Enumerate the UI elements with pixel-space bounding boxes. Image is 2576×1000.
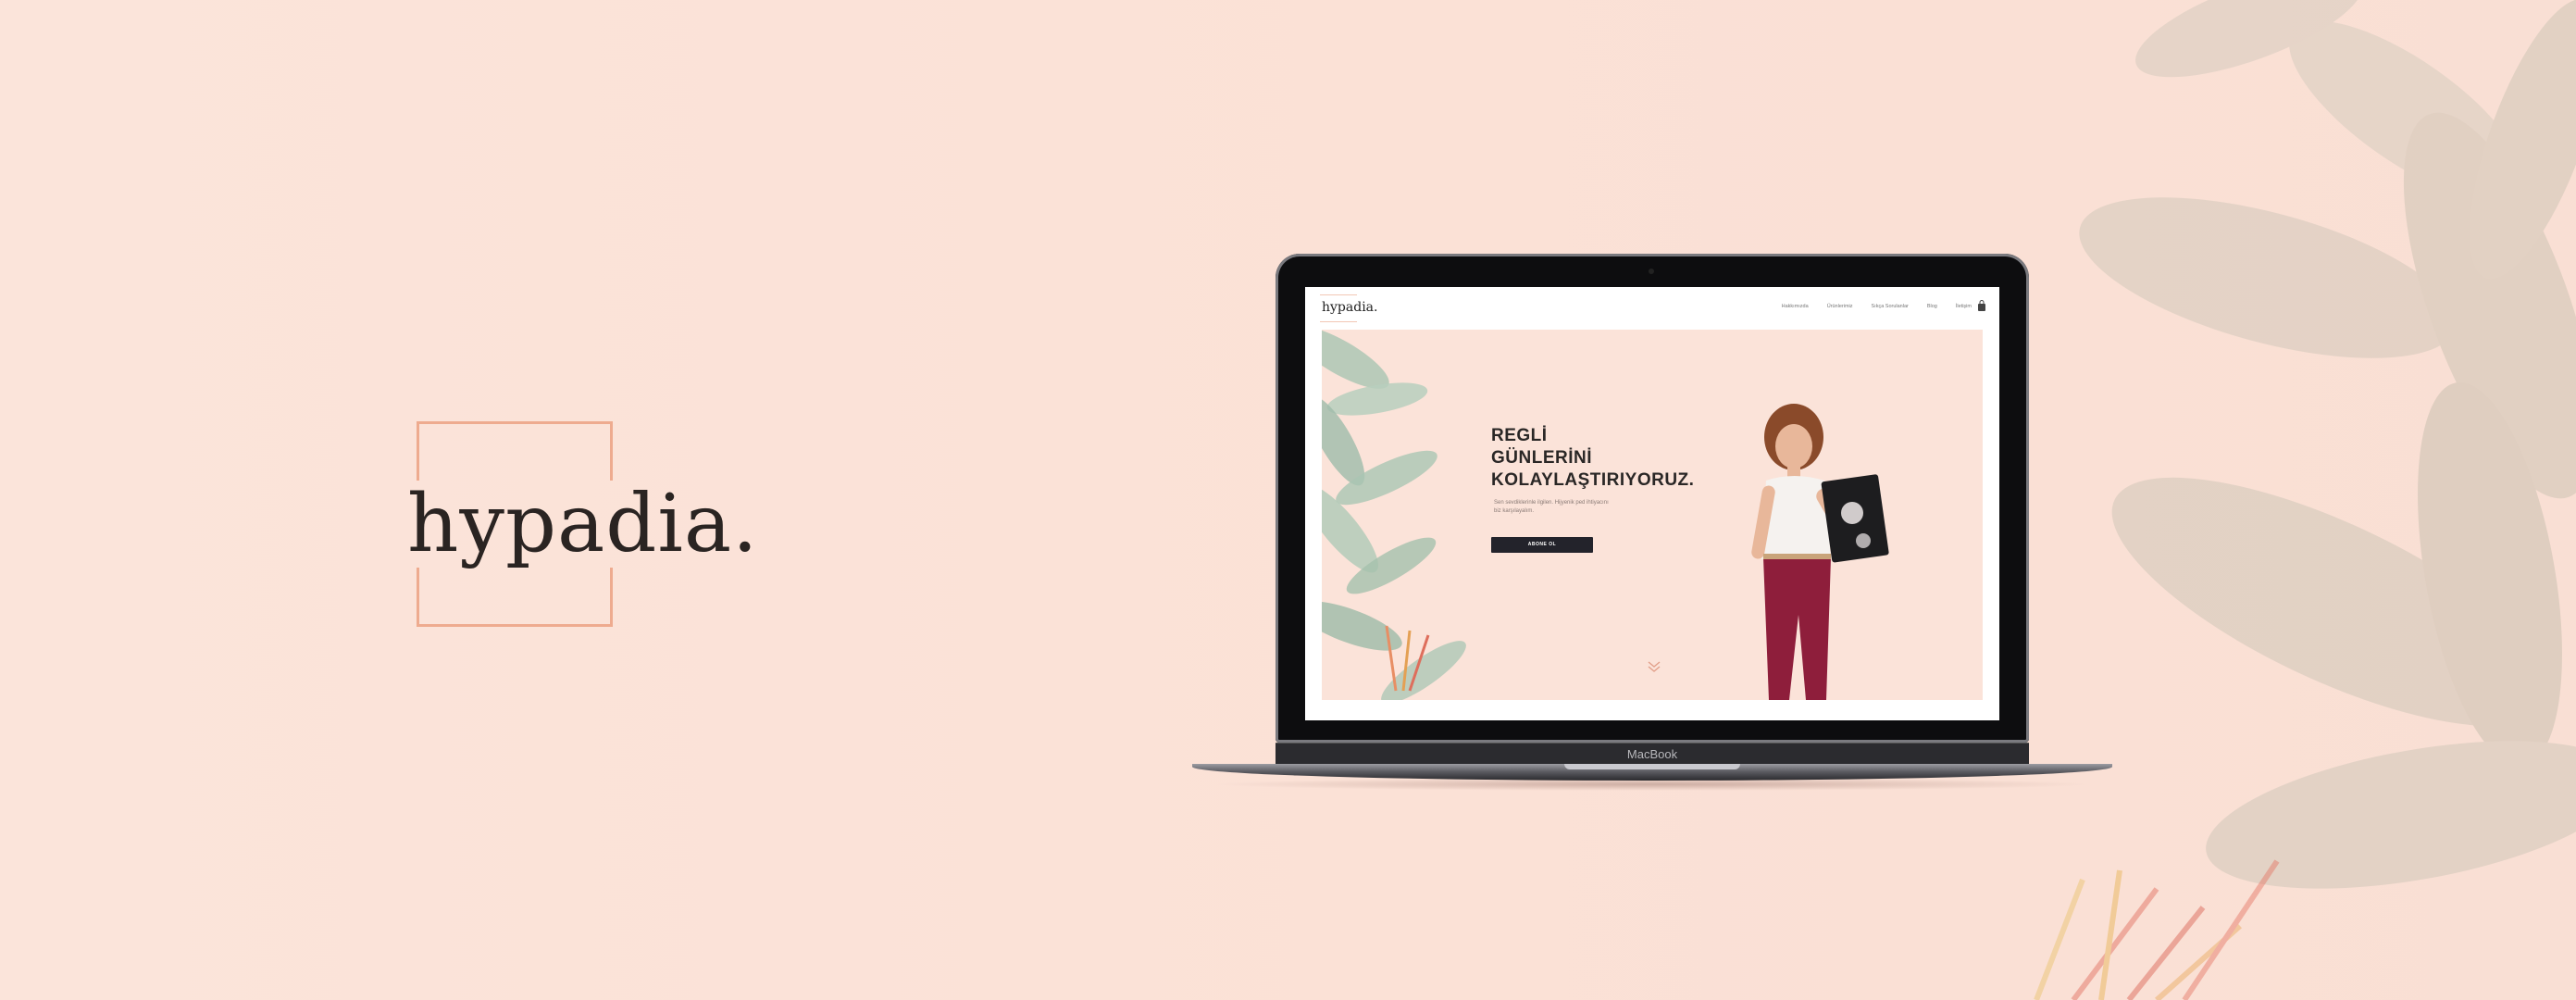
laptop-chin: MacBook xyxy=(1276,743,2029,766)
hero-title-line-3: KOLAYLAŞTIRIYORUZ. xyxy=(1491,470,1695,490)
hero-title-line-1: REGLİ xyxy=(1491,426,1548,445)
nav-link-products[interactable]: Ürünlerimiz xyxy=(1827,304,1853,309)
double-chevron-down-icon[interactable] xyxy=(1646,659,1662,674)
site-navbar: hypadia. Hakkımızda Ürünlerimiz Sıkça So… xyxy=(1305,287,1999,330)
brand-logo: hypadia. xyxy=(407,421,757,627)
site-nav-links: Hakkımızda Ürünlerimiz Sıkça Sorulanlar … xyxy=(1782,304,1972,309)
shopping-bag-icon[interactable] xyxy=(1977,300,1986,311)
subscribe-button[interactable]: ABONE OL xyxy=(1491,537,1593,553)
hero-leaves-decoration xyxy=(1322,330,1466,700)
logo-text: hypadia. xyxy=(407,478,759,570)
site-logo[interactable]: hypadia. xyxy=(1322,300,1377,315)
laptop-mockup: hypadia. Hakkımızda Ürünlerimiz Sıkça So… xyxy=(1192,252,2112,791)
laptop-model-label: MacBook xyxy=(1626,747,1678,761)
camera-icon xyxy=(1649,269,1654,274)
nav-link-about[interactable]: Hakkımızda xyxy=(1782,304,1809,309)
nav-link-blog[interactable]: Blog xyxy=(1927,304,1937,309)
logo-frame-top xyxy=(417,421,613,481)
logo-frame-bottom xyxy=(417,568,613,627)
hero-model-image xyxy=(1751,404,1889,700)
hero-title: REGLİ GÜNLERİNİ KOLAYLAŞTIRIYORUZ. xyxy=(1491,425,1694,492)
nav-link-contact[interactable]: İletişim xyxy=(1956,304,1972,309)
hero-subtitle: Sen sevdiklerinle ilgilen. Hijyenik ped … xyxy=(1494,500,1609,514)
hero-section: REGLİ GÜNLERİNİ KOLAYLAŞTIRIYORUZ. Sen s… xyxy=(1322,330,1983,700)
hero-title-line-2: GÜNLERİNİ xyxy=(1491,448,1592,468)
nav-link-faq[interactable]: Sıkça Sorulanlar xyxy=(1872,304,1909,309)
laptop-screen: hypadia. Hakkımızda Ürünlerimiz Sıkça So… xyxy=(1305,287,1999,720)
laptop-notch xyxy=(1564,764,1740,769)
